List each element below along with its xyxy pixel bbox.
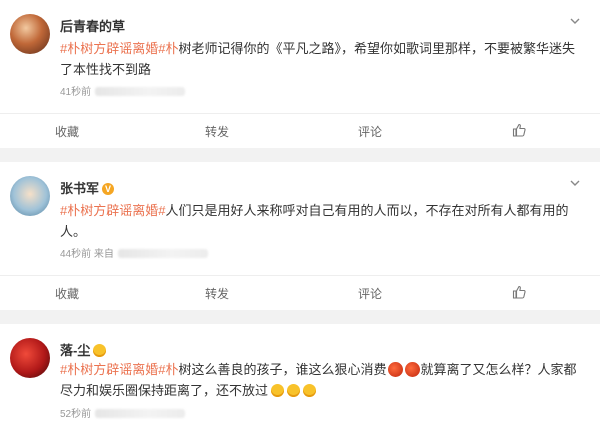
- like-button[interactable]: [512, 285, 526, 302]
- thumbs-up-icon: [512, 123, 526, 137]
- chevron-down-icon[interactable]: [570, 178, 580, 188]
- avatar[interactable]: [10, 14, 50, 54]
- post-content: #朴树方辟谣离婚#朴树这么善良的孩子，谁这么狠心消费 就算离了又怎么样？人家都尽力…: [60, 359, 580, 401]
- smirk-emoji-icon: [271, 384, 285, 397]
- favorite-button[interactable]: 收藏: [55, 123, 79, 140]
- red-emoji-icon: [387, 362, 403, 377]
- username[interactable]: 张书军 V: [60, 178, 115, 197]
- thumbs-up-icon: [512, 285, 526, 299]
- like-button[interactable]: [512, 123, 526, 140]
- favorite-button[interactable]: 收藏: [55, 285, 79, 302]
- red-emoji-icon: [404, 362, 420, 377]
- hashtag-link[interactable]: #朴树方辟谣离婚#: [60, 362, 165, 377]
- source-blurred: [95, 87, 186, 96]
- comment-button[interactable]: 评论: [358, 123, 382, 140]
- chevron-down-icon[interactable]: [570, 16, 580, 26]
- avatar[interactable]: [10, 176, 50, 216]
- mention-link[interactable]: 朴: [165, 41, 178, 56]
- username-text[interactable]: 张书军: [60, 181, 99, 196]
- avatar[interactable]: [10, 338, 50, 378]
- username-text[interactable]: 落-尘: [60, 343, 90, 358]
- username[interactable]: 后青春的草: [60, 16, 125, 35]
- post-meta: 44秒前 来自: [60, 245, 208, 260]
- post-text: 树这么善良的孩子，谁这么狠心消费: [178, 362, 387, 377]
- timestamp[interactable]: 52秒前: [60, 409, 91, 420]
- smirk-emoji-icon: [287, 384, 301, 397]
- post-meta: 52秒前: [60, 405, 186, 420]
- hashtag-link[interactable]: #朴树方辟谣离婚#: [60, 203, 165, 218]
- post-content: #朴树方辟谣离婚#人们只是用好人来称呼对自己有用的人而以，不存在对所有人都有用的…: [60, 200, 580, 242]
- repost-button[interactable]: 转发: [205, 285, 229, 302]
- timestamp[interactable]: 41秒前: [60, 87, 91, 98]
- verified-badge-icon: V: [102, 183, 115, 195]
- smiley-emoji-icon: [93, 344, 107, 357]
- repost-button[interactable]: 转发: [205, 123, 229, 140]
- mention-link[interactable]: 朴: [165, 362, 178, 377]
- hashtag-link[interactable]: #朴树方辟谣离婚#: [60, 41, 165, 56]
- divider: [0, 113, 600, 114]
- source-prefix: 来自: [93, 249, 114, 260]
- timestamp[interactable]: 44秒前: [60, 249, 91, 260]
- source-blurred: [95, 409, 186, 418]
- post-meta: 41秒前: [60, 83, 186, 98]
- smirk-emoji-icon: [303, 384, 317, 397]
- comment-button[interactable]: 评论: [358, 285, 382, 302]
- post-card: 后青春的草 #朴树方辟谣离婚#朴树老师记得你的《平凡之路》，希望你如歌词里那样，…: [0, 0, 600, 148]
- divider: [0, 275, 600, 276]
- username[interactable]: 落-尘: [60, 340, 107, 359]
- source-blurred: [117, 249, 208, 258]
- post-content: #朴树方辟谣离婚#朴树老师记得你的《平凡之路》，希望你如歌词里那样，不要被繁华迷…: [60, 38, 580, 80]
